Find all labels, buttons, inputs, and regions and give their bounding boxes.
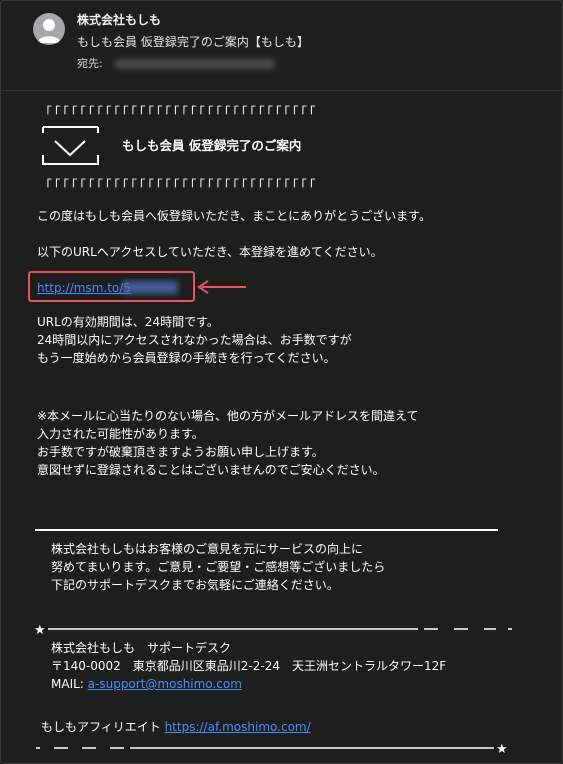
sender-avatar-icon [33, 13, 65, 45]
pointer-arrow-icon [196, 279, 248, 295]
feedback-line: 努めてまいります。ご意見・ご要望・ご感想等ございましたら [51, 560, 386, 574]
recipient-redacted [115, 59, 275, 69]
star-icon: ★ [496, 742, 508, 754]
envelope-icon [41, 125, 100, 166]
banner-title: もしも会員 仮登録完了のご案内 [122, 138, 302, 153]
sender-name[interactable]: 株式会社もしも [77, 11, 161, 30]
mail-label: MAIL: [51, 677, 88, 691]
affiliate-label: もしもアフィリエイト [41, 720, 165, 734]
bracket-border-bottom: 「「「「「「「「「「「「「「「「「「「「「「「「「「「「「「「「 [39, 179, 318, 194]
footer-divider [35, 529, 498, 531]
star-icon: ★ [34, 623, 46, 636]
disclaimer-line: 入力された可能性があります。 [37, 427, 204, 441]
disclaimer-line: お手数ですが破棄頂きますようお願い申し上げます。 [37, 445, 324, 459]
feedback-message: 株式会社もしもはお客様のご意見を元にサービスの向上に 努めてまいります。ご意見・… [51, 540, 385, 594]
disclaimer-line: 意図せずに登録されることはございませんのでご安心ください。 [37, 463, 385, 477]
validity-line: URLの有効期間は、24時間です。 [37, 315, 219, 329]
affiliate-row: もしもアフィリエイト https://af.moshimo.com/ [41, 718, 311, 737]
email-subject: もしも会員 仮登録完了のご案内【もしも】 [77, 35, 309, 49]
recipient-label: 宛先: [77, 57, 103, 70]
support-address: 〒140-0002 東京都品川区東品川2-2-24 天王洲セントラルタワー12F [51, 659, 447, 673]
star-divider-top: ★ [34, 622, 519, 636]
affiliate-link[interactable]: https://af.moshimo.com/ [165, 720, 311, 734]
support-mail-link[interactable]: a-support@moshimo.com [88, 677, 242, 691]
validity-line: もう一度始めから会員登録の手続きを行ってください。 [37, 351, 336, 365]
bracket-border-top: 「「「「「「「「「「「「「「「「「「「「「「「「「「「「「「「「 [39, 106, 318, 121]
support-name: 株式会社もしも サポートデスク [51, 641, 232, 655]
feedback-line: 株式会社もしもはお客様のご意見を元にサービスの向上に [51, 542, 364, 556]
support-mail-row: MAIL: a-support@moshimo.com [51, 675, 446, 693]
validity-line: 24時間以内にアクセスされなかった場合は、お手数ですが [37, 333, 352, 347]
star-divider-bottom: ★ [34, 740, 519, 754]
disclaimer-line: ※本メールに心当たりのない場合、他の方がメールアドレスを間違えて [37, 409, 419, 423]
access-instruction: 以下のURLへアクセスしていただき、本登録を進めてください。 [37, 245, 383, 259]
registration-link[interactable]: http://msm.to/5 [37, 279, 131, 298]
validity-notice: URLの有効期間は、24時間です。 24時間以内にアクセスされなかった場合は、お… [37, 313, 352, 367]
feedback-line: 下記のサポートデスクまでお気軽にご連絡ください。 [51, 578, 339, 592]
url-redacted [122, 281, 178, 294]
disclaimer-notice: ※本メールに心当たりのない場合、他の方がメールアドレスを間違えて 入力された可能… [37, 407, 418, 479]
thanks-message: この度はもしも会員へ仮登録いただき、まことにありがとうございます。 [37, 209, 431, 223]
header-divider [0, 90, 563, 91]
support-contact: 株式会社もしも サポートデスク 〒140-0002 東京都品川区東品川2-2-2… [51, 639, 446, 693]
